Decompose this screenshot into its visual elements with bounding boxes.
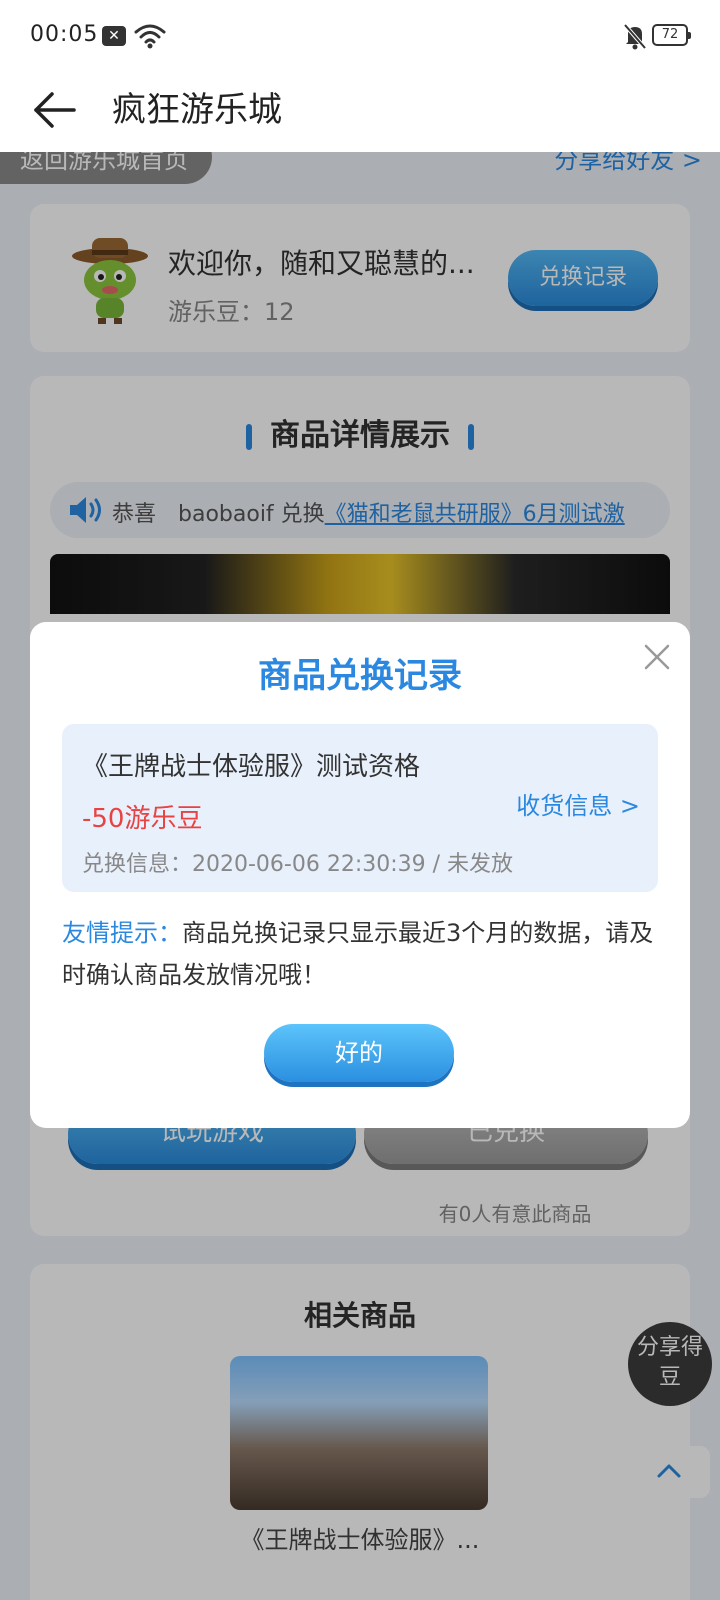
friendly-tip: 友情提示：商品兑换记录只显示最近3个月的数据，请及时确认商品发放情况哦！ bbox=[62, 912, 658, 996]
app-header: 疯狂游乐城 bbox=[0, 70, 720, 152]
exchange-record-item: 《王牌战士体验服》测试资格 -50游乐豆 兑换信息：2020-06-06 22:… bbox=[62, 724, 658, 892]
tip-label: 友情提示： bbox=[62, 919, 182, 947]
back-arrow-icon[interactable] bbox=[32, 86, 80, 134]
record-info: 兑换信息：2020-06-06 22:30:39 / 未发放 bbox=[82, 852, 514, 877]
status-time: 00:05 bbox=[30, 22, 99, 47]
close-icon[interactable] bbox=[642, 642, 672, 672]
wifi-icon bbox=[134, 24, 166, 49]
bell-muted-icon bbox=[623, 23, 647, 50]
shipping-info-link[interactable]: 收货信息 > bbox=[516, 786, 640, 821]
dialog-title: 商品兑换记录 bbox=[258, 656, 462, 696]
page-title: 疯狂游乐城 bbox=[112, 90, 282, 130]
exchange-record-dialog: 商品兑换记录 《王牌战士体验服》测试资格 -50游乐豆 兑换信息：2020-06… bbox=[30, 622, 690, 1128]
battery-icon: 72 bbox=[652, 24, 691, 46]
status-bar: 00:05 ✕ 72 bbox=[0, 0, 720, 70]
ok-button[interactable]: 好的 bbox=[264, 1024, 454, 1082]
record-product-name: 《王牌战士体验服》测试资格 bbox=[82, 752, 421, 782]
notification-icon: ✕ bbox=[102, 26, 126, 46]
record-cost: -50游乐豆 bbox=[82, 804, 203, 834]
